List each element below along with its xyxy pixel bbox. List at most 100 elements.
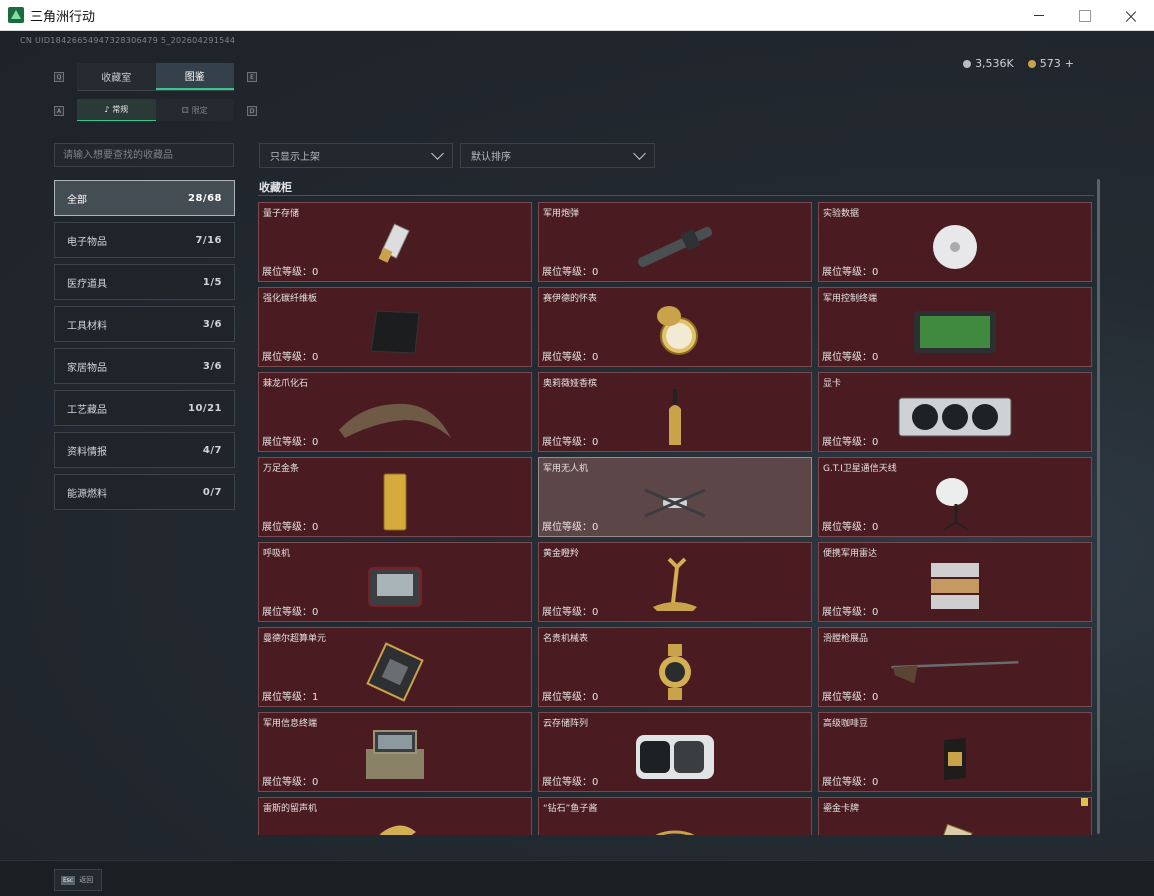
level-value: 0 <box>872 352 879 363</box>
collection-card[interactable]: “钻石”鱼子酱 <box>538 797 812 835</box>
sort-dropdown[interactable]: 默认排序 <box>460 143 655 168</box>
game-area: CN UID18426654947328306479 5_20260429154… <box>0 31 1154 896</box>
tab-collection-room[interactable]: 收藏室 <box>77 63 156 90</box>
main-tabs: 收藏室 图鉴 <box>77 63 234 91</box>
collection-card[interactable]: 赛伊德的怀表 展位等级：0 <box>538 287 812 367</box>
chevron-down-icon <box>633 146 646 160</box>
collection-card[interactable]: 军用控制终端 展位等级：0 <box>818 287 1092 367</box>
maximize-button[interactable] <box>1062 0 1108 31</box>
category-item[interactable]: 工艺藏品 10/21 <box>54 390 235 426</box>
disc-icon <box>890 215 1020 279</box>
tab-catalog[interactable]: 图鉴 <box>155 63 234 90</box>
item-name: 便携军用雷达 <box>823 549 878 559</box>
key-hint-d-icon: D <box>247 106 257 116</box>
category-count: 7/16 <box>195 234 222 246</box>
item-name: 名贵机械表 <box>543 634 589 644</box>
item-name: 军用无人机 <box>543 464 589 474</box>
grid-scrollbar[interactable] <box>1097 179 1100 834</box>
collection-card[interactable]: 军用炮弹 展位等级：0 <box>538 202 812 282</box>
collection-card[interactable]: 鎏金卡牌 <box>818 797 1092 835</box>
item-name: 万足金条 <box>263 464 300 474</box>
category-item[interactable]: 医疗道具 1/5 <box>54 264 235 300</box>
app-logo-icon <box>8 7 24 23</box>
collection-card[interactable]: 雷斯的留声机 <box>258 797 532 835</box>
collection-card[interactable]: G.T.I卫星通信天线 展位等级：0 <box>818 457 1092 537</box>
silver-coin-icon <box>963 59 972 68</box>
collection-card[interactable]: 万足金条 展位等级：0 <box>258 457 532 537</box>
category-item[interactable]: 能源燃料 0/7 <box>54 474 235 510</box>
collection-card[interactable]: 军用无人机 展位等级：0 <box>538 457 812 537</box>
search-input[interactable] <box>54 143 234 167</box>
bottom-bar: Esc 返回 <box>0 860 1154 896</box>
collection-card[interactable]: 强化碳纤维板 展位等级：0 <box>258 287 532 367</box>
category-label: 工艺藏品 <box>67 404 107 416</box>
gold-currency[interactable]: 573 + <box>1027 57 1074 70</box>
satellite-dish-icon <box>890 470 1020 534</box>
collection-card[interactable]: 名贵机械表 展位等级：0 <box>538 627 812 707</box>
subtab-limited[interactable]: ⚃ 限定 <box>155 99 234 121</box>
collection-card[interactable]: 曼德尔超算单元 展位等级：1 <box>258 627 532 707</box>
gold-coin-icon <box>1027 59 1036 68</box>
level-value: 0 <box>592 692 599 703</box>
level-value: 0 <box>312 267 319 278</box>
limited-icon: ⚃ <box>181 105 189 115</box>
window-titlebar: 三角洲行动 × <box>0 0 1154 31</box>
collection-card[interactable]: 高级咖啡豆 展位等级：0 <box>818 712 1092 792</box>
item-name: 棘龙爪化石 <box>263 379 309 389</box>
add-currency-icon[interactable]: + <box>1065 57 1074 70</box>
item-level: 展位等级：0 <box>542 348 598 363</box>
collection-card[interactable]: 实验数据展位等级：0 <box>818 202 1092 282</box>
category-item[interactable]: 资料情报 4/7 <box>54 432 235 468</box>
level-prefix: 展位等级： <box>262 692 312 703</box>
item-level: 展位等级：0 <box>822 263 878 278</box>
level-prefix: 展位等级： <box>542 777 592 788</box>
item-level: 展位等级：0 <box>822 518 878 533</box>
subtab-limited-label: 限定 <box>191 105 208 115</box>
category-item[interactable]: 全部 28/68 <box>54 180 235 216</box>
collection-card[interactable]: 黄金瞪羚 展位等级：0 <box>538 542 812 622</box>
collection-card[interactable]: 奥莉薇娅香槟 展位等级：0 <box>538 372 812 452</box>
item-name: 呼吸机 <box>263 549 291 559</box>
window-controls: × <box>1016 0 1154 31</box>
shelf-filter-dropdown[interactable]: 只显示上架 <box>259 143 453 168</box>
gold-bar-icon <box>330 470 460 534</box>
sub-tabs: ♪ 常规 ⚃ 限定 <box>77 99 234 121</box>
case-terminal-icon <box>330 725 460 789</box>
pocket-watch-icon <box>610 300 740 364</box>
collection-card[interactable]: 滑膛枪展品 展位等级：0 <box>818 627 1092 707</box>
collection-card[interactable]: 显卡 展位等级：0 <box>818 372 1092 452</box>
ventilator-icon <box>330 555 460 619</box>
category-count: 3/6 <box>202 318 222 330</box>
sort-value: 默认排序 <box>471 152 511 163</box>
category-item[interactable]: 电子物品 7/16 <box>54 222 235 258</box>
item-level: 展位等级：0 <box>542 433 598 448</box>
item-name: 黄金瞪羚 <box>543 549 580 559</box>
category-count: 3/6 <box>202 360 222 372</box>
level-value: 0 <box>592 607 599 618</box>
collection-card[interactable]: 军用信息终端 展位等级：0 <box>258 712 532 792</box>
category-item[interactable]: 家居物品 3/6 <box>54 348 235 384</box>
category-label: 医疗道具 <box>67 278 107 290</box>
back-button[interactable]: Esc 返回 <box>54 869 102 891</box>
collection-card[interactable]: 云存储阵列 展位等级：0 <box>538 712 812 792</box>
collection-card[interactable]: 棘龙爪化石 展位等级：0 <box>258 372 532 452</box>
item-name: 实验数据 <box>823 209 860 219</box>
close-button[interactable]: × <box>1108 0 1154 31</box>
subtab-regular[interactable]: ♪ 常规 <box>77 99 156 121</box>
gpu-icon <box>890 385 1020 449</box>
storage-array-icon <box>610 725 740 789</box>
level-prefix: 展位等级： <box>542 437 592 448</box>
item-level: 展位等级：0 <box>822 603 878 618</box>
level-value: 0 <box>872 777 879 788</box>
category-label: 电子物品 <box>67 236 107 248</box>
minimize-button[interactable] <box>1016 0 1062 31</box>
level-value: 0 <box>872 522 879 533</box>
silver-currency: 3,536K <box>963 57 1014 70</box>
esc-key-icon: Esc <box>61 875 76 885</box>
item-name: 曼德尔超算单元 <box>263 634 327 644</box>
collection-card[interactable]: 量子存储 展位等级：0 <box>258 202 532 282</box>
level-value: 0 <box>312 522 319 533</box>
collection-card[interactable]: 便携军用雷达展位等级：0 <box>818 542 1092 622</box>
category-item[interactable]: 工具材料 3/6 <box>54 306 235 342</box>
collection-card[interactable]: 呼吸机 展位等级：0 <box>258 542 532 622</box>
